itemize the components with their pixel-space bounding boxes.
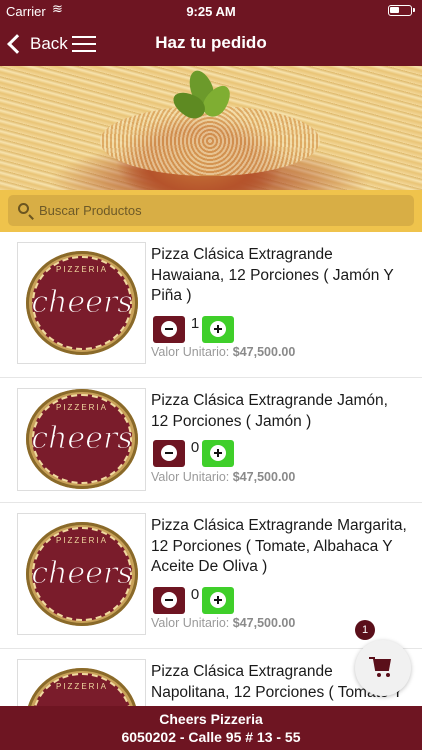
unit-price: Valor Unitario: $47,500.00: [151, 616, 295, 630]
quantity-value: 1: [190, 315, 200, 332]
increase-button[interactable]: [202, 440, 234, 467]
plus-icon: [210, 592, 226, 608]
minus-icon: [161, 445, 177, 461]
footer-store-name: Cheers Pizzeria: [159, 711, 263, 727]
increase-button[interactable]: [202, 587, 234, 614]
price-label: Valor Unitario:: [151, 345, 230, 359]
product-image: PIZZERIA cheers: [17, 388, 146, 491]
search-icon: [18, 203, 29, 214]
decrease-button[interactable]: [153, 587, 185, 614]
search-box[interactable]: [8, 195, 414, 226]
chevron-left-icon: [7, 34, 27, 54]
status-bar: Carrier ≋ 9:25 AM: [0, 0, 422, 22]
list-item: PIZZERIA cheers Pizza Clásica Extragrand…: [0, 378, 422, 503]
price-label: Valor Unitario:: [151, 470, 230, 484]
increase-button[interactable]: [202, 316, 234, 343]
quantity-value: 0: [190, 586, 200, 603]
battery-icon: [388, 5, 415, 16]
hero-image: [0, 66, 422, 190]
unit-price: Valor Unitario: $47,500.00: [151, 345, 295, 359]
footer-address: 6050202 - Calle 95 # 13 - 55: [121, 729, 301, 745]
product-image: PIZZERIA cheers: [17, 659, 146, 706]
decrease-button[interactable]: [153, 440, 185, 467]
unit-price: Valor Unitario: $47,500.00: [151, 470, 295, 484]
search-input[interactable]: [39, 199, 399, 222]
product-image: PIZZERIA cheers: [17, 242, 146, 364]
price-label: Valor Unitario:: [151, 616, 230, 630]
cart-button[interactable]: [355, 640, 411, 696]
list-item: PIZZERIA cheers Pizza Clásica Extragrand…: [0, 232, 422, 378]
product-image: PIZZERIA cheers: [17, 513, 146, 635]
cheers-logo: PIZZERIA cheers: [26, 251, 138, 355]
menu-icon[interactable]: [72, 36, 96, 52]
price-value: $47,500.00: [232, 470, 296, 484]
price-value: $47,500.00: [232, 345, 296, 359]
back-button[interactable]: Back: [4, 30, 68, 58]
product-name: Pizza Clásica Extragrande Margarita, 12 …: [151, 517, 407, 575]
cheers-logo: PIZZERIA cheers: [26, 389, 138, 489]
clock: 9:25 AM: [186, 4, 236, 19]
plus-icon: [210, 445, 226, 461]
cart-count-badge: 1: [355, 620, 375, 640]
product-name: Pizza Clásica Extragrande Jamón, 12 Porc…: [151, 392, 388, 430]
product-name: Pizza Clásica Extragrande Hawaiana, 12 P…: [151, 246, 394, 304]
price-value: $47,500.00: [232, 616, 296, 630]
footer: Cheers Pizzeria 6050202 - Calle 95 # 13 …: [0, 706, 422, 750]
search-bar: [0, 190, 422, 232]
cheers-logo: PIZZERIA cheers: [26, 522, 138, 626]
plus-icon: [210, 321, 226, 337]
minus-icon: [161, 592, 177, 608]
nav-bar: Back Haz tu pedido: [0, 22, 422, 66]
quantity-value: 0: [190, 439, 200, 456]
cheers-logo: PIZZERIA cheers: [26, 668, 138, 706]
decrease-button[interactable]: [153, 316, 185, 343]
back-label: Back: [30, 34, 68, 53]
cart-icon: [373, 659, 391, 671]
minus-icon: [161, 321, 177, 337]
